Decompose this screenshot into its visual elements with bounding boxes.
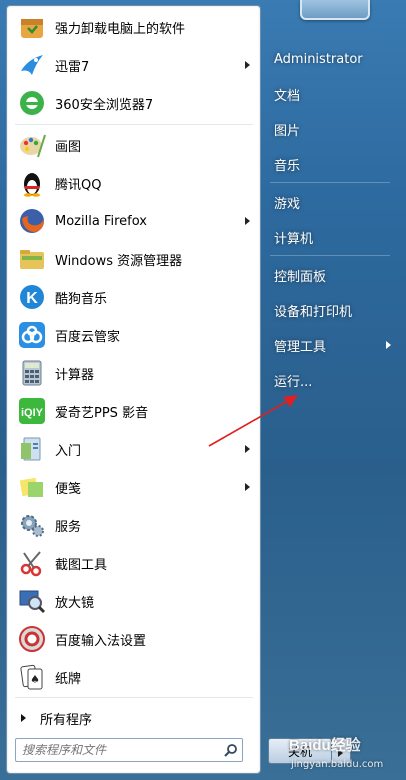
- right-item-computer[interactable]: 计算机: [265, 222, 401, 252]
- program-label: 便笺: [55, 481, 82, 497]
- right-item-label: 游戏: [274, 196, 301, 212]
- kugou-icon: K: [17, 282, 47, 312]
- right-item-pictures[interactable]: 图片: [265, 114, 401, 144]
- program-item-paint[interactable]: 画图: [11, 127, 256, 163]
- svg-text:K: K: [26, 290, 38, 307]
- all-programs-button[interactable]: 所有程序: [11, 700, 256, 736]
- right-item-admin-tools[interactable]: 管理工具: [265, 330, 401, 360]
- getting-started-icon: [17, 434, 47, 464]
- solitaire-cards-icon: ♠: [17, 662, 47, 692]
- program-label: 截图工具: [55, 557, 108, 573]
- program-item-baidu-cloud[interactable]: 百度云管家: [11, 317, 256, 353]
- program-item-baidu-ime[interactable]: 百度输入法设置: [11, 621, 256, 657]
- program-item-solitaire[interactable]: ♠ 纸牌: [11, 659, 256, 695]
- right-item-documents[interactable]: 文档: [265, 79, 401, 109]
- program-label: 百度输入法设置: [55, 633, 147, 649]
- right-item-label: 运行...: [274, 374, 313, 390]
- baidu-ime-icon: [17, 624, 47, 654]
- right-item-administrator[interactable]: Administrator: [265, 44, 401, 74]
- program-label: 强力卸载电脑上的软件: [55, 21, 186, 37]
- qq-penguin-icon: [17, 168, 47, 198]
- calculator-icon: [17, 358, 47, 388]
- folder-explorer-icon: [17, 244, 47, 274]
- right-item-music[interactable]: 音乐: [265, 149, 401, 179]
- svg-text:♠: ♠: [30, 673, 40, 686]
- separator: [15, 697, 253, 698]
- program-item-sticky-notes[interactable]: 便笺: [11, 469, 256, 505]
- right-item-label: 计算机: [274, 231, 314, 247]
- thunder-bird-icon: [17, 50, 47, 80]
- program-label: 画图: [55, 139, 82, 155]
- watermark-title: Baidu经验: [289, 737, 361, 754]
- program-item-qq[interactable]: 腾讯QQ: [11, 165, 256, 201]
- right-item-label: 设备和打印机: [274, 304, 353, 320]
- 360-browser-icon: [17, 88, 47, 118]
- program-label: 爱奇艺PPS 影音: [55, 405, 149, 421]
- search-icon[interactable]: [220, 740, 242, 760]
- iqiyi-icon: iQIY: [17, 396, 47, 426]
- paint-palette-icon: [17, 130, 47, 160]
- snipping-tool-icon: [17, 548, 47, 578]
- magnifier-icon: [17, 586, 47, 616]
- program-item-snipping-tool[interactable]: 截图工具: [11, 545, 256, 581]
- submenu-arrow-icon: [245, 483, 250, 491]
- separator: [15, 124, 253, 125]
- start-menu: 强力卸载电脑上的软件 迅雷7 360安全浏览器7 画图 腾讯QQ Mozilla…: [0, 0, 406, 780]
- program-label: 迅雷7: [55, 59, 90, 75]
- services-gear-icon: [17, 510, 47, 540]
- program-label: Windows 资源管理器: [55, 253, 183, 269]
- program-item-services[interactable]: 服务: [11, 507, 256, 543]
- search-box[interactable]: [15, 738, 243, 762]
- right-item-devices-printers[interactable]: 设备和打印机: [265, 295, 401, 325]
- program-label: 放大镜: [55, 595, 95, 611]
- right-item-label: 管理工具: [274, 339, 327, 355]
- program-item-explorer[interactable]: Windows 资源管理器: [11, 241, 256, 277]
- sticky-notes-icon: [17, 472, 47, 502]
- program-label: 百度云管家: [55, 329, 121, 345]
- right-item-label: 图片: [274, 123, 301, 139]
- submenu-arrow-icon: [386, 341, 391, 349]
- submenu-arrow-icon: [245, 217, 250, 225]
- program-item-uninstaller[interactable]: 强力卸载电脑上的软件: [11, 9, 256, 45]
- right-item-label: 文档: [274, 88, 301, 104]
- search-input[interactable]: [16, 740, 220, 760]
- right-item-games[interactable]: 游戏: [265, 187, 401, 217]
- firefox-icon: [17, 206, 47, 236]
- annotation-arrow-icon: [208, 395, 298, 447]
- right-item-control-panel[interactable]: 控制面板: [265, 260, 401, 290]
- separator: [270, 182, 390, 183]
- program-label: 酷狗音乐: [55, 291, 108, 307]
- user-picture-frame[interactable]: [300, 0, 370, 20]
- program-label: 360安全浏览器7: [55, 97, 154, 113]
- program-item-calculator[interactable]: 计算器: [11, 355, 256, 391]
- baidu-watermark: Baidu经验 jingyan.baidu.com: [283, 730, 401, 776]
- watermark-url: jingyan.baidu.com: [291, 759, 384, 770]
- separator: [270, 255, 390, 256]
- program-item-kugou[interactable]: K 酷狗音乐: [11, 279, 256, 315]
- program-label: 入门: [55, 443, 82, 459]
- right-item-label: 控制面板: [274, 269, 327, 285]
- right-item-label: 音乐: [274, 158, 301, 174]
- expand-arrow-icon: [21, 714, 26, 722]
- program-item-xunlei[interactable]: 迅雷7: [11, 47, 256, 83]
- program-item-magnifier[interactable]: 放大镜: [11, 583, 256, 619]
- right-item-label: Administrator: [274, 51, 363, 67]
- program-label: 纸牌: [55, 671, 82, 687]
- program-label: 计算器: [55, 367, 95, 383]
- program-label: 服务: [55, 519, 82, 535]
- program-item-firefox[interactable]: Mozilla Firefox: [11, 203, 256, 239]
- program-label: 腾讯QQ: [55, 177, 102, 193]
- svg-text:iQIY: iQIY: [21, 407, 44, 419]
- submenu-arrow-icon: [245, 61, 250, 69]
- uninstall-box-icon: [17, 12, 47, 42]
- program-label: Mozilla Firefox: [55, 213, 147, 229]
- program-item-360-browser[interactable]: 360安全浏览器7: [11, 85, 256, 121]
- baidu-cloud-icon: [17, 320, 47, 350]
- all-programs-label: 所有程序: [40, 712, 93, 728]
